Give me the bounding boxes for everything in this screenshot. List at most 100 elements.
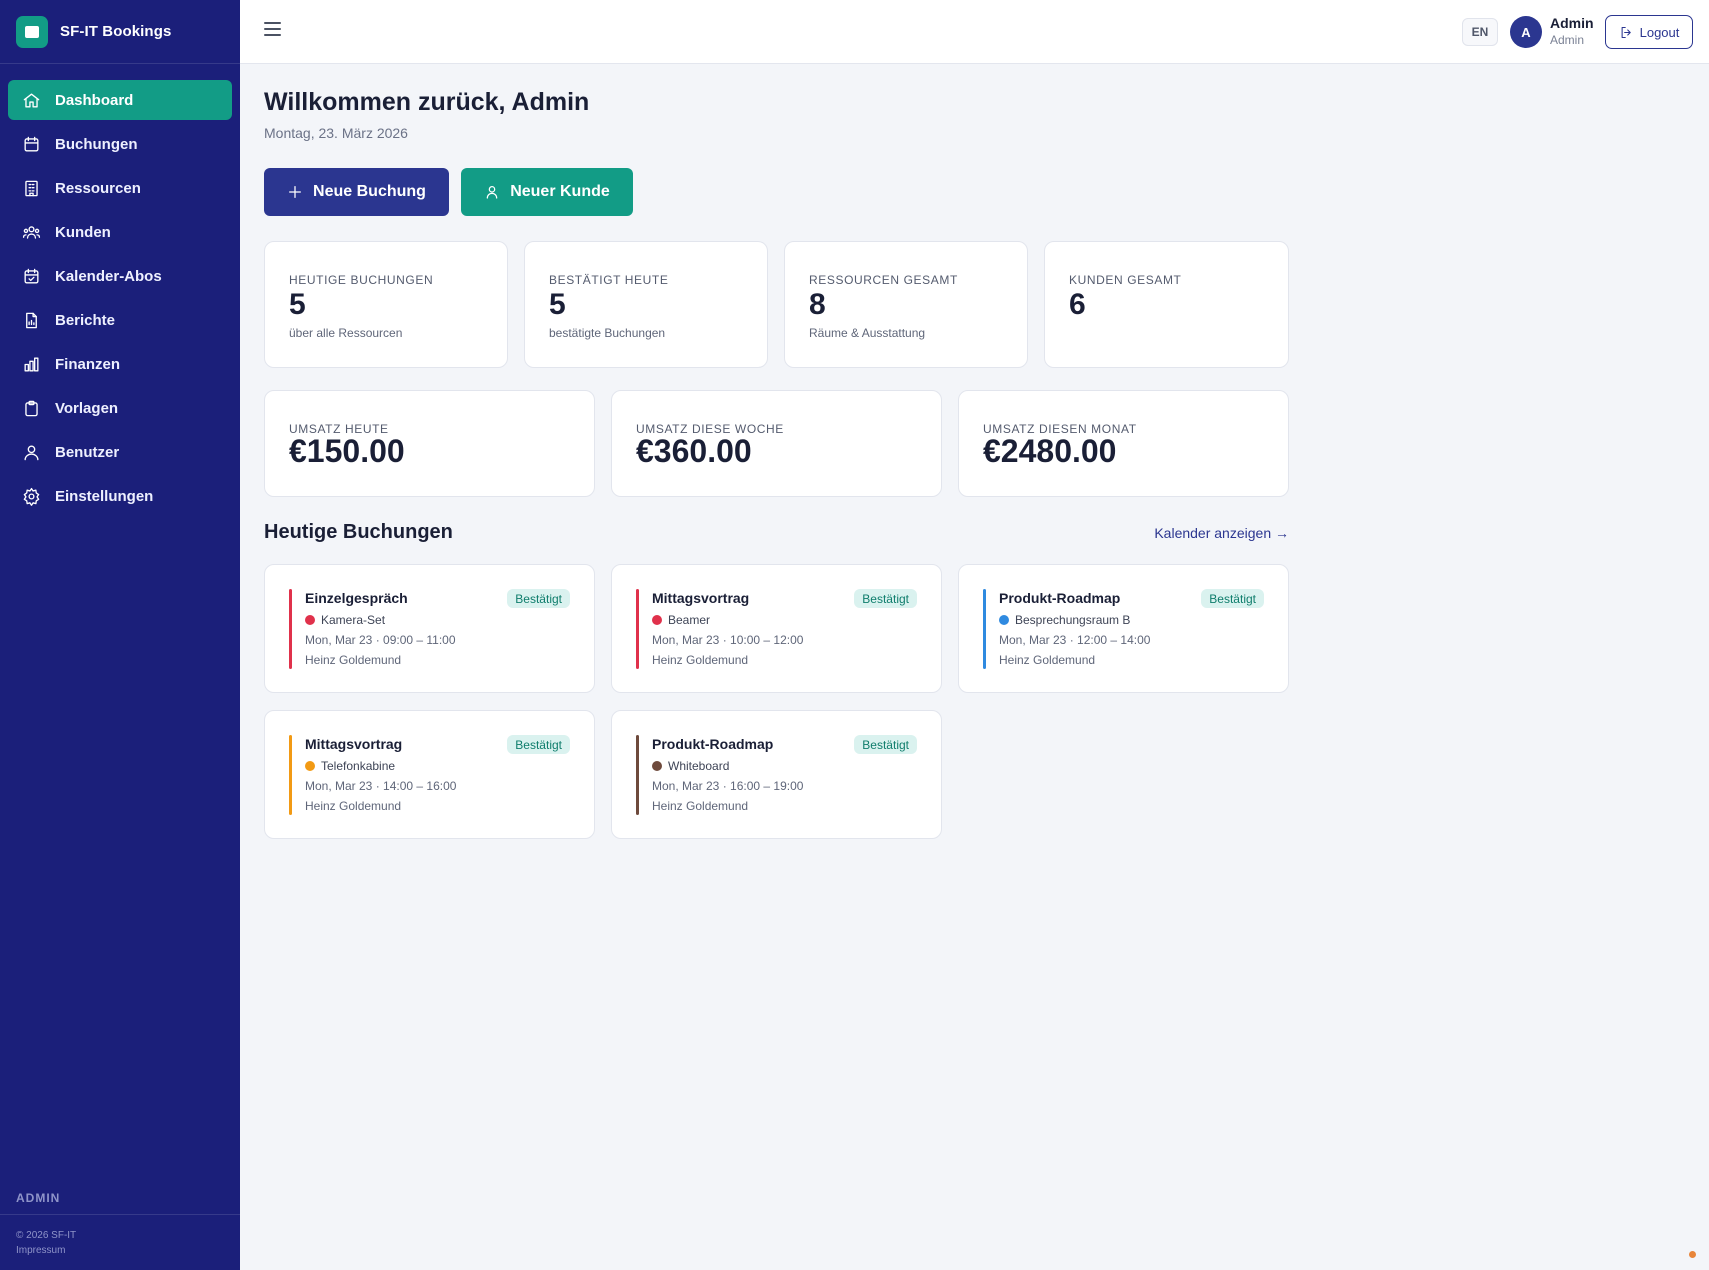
stat-card-confirmed-today: Bestätigt heute 5 bestätigte Buchungen xyxy=(524,241,768,368)
revenue-value: €2480.00 xyxy=(983,433,1117,469)
new-customer-label: Neuer Kunde xyxy=(510,183,610,200)
user-icon xyxy=(21,442,41,462)
stat-value: 5 xyxy=(549,288,566,321)
logout-icon xyxy=(1621,26,1631,38)
sidebar-item-label: Vorlagen xyxy=(55,399,119,417)
resource-name: Besprechungsraum B xyxy=(1015,613,1131,627)
section-title-today-bookings: Heutige Buchungen xyxy=(264,521,453,543)
new-booking-button[interactable]: Neue Buchung xyxy=(264,168,449,216)
report-icon xyxy=(21,310,41,330)
booking-time: Mon, Mar 23 · 14:00 – 16:00 xyxy=(305,779,457,793)
resource-color-bar xyxy=(636,589,639,669)
stat-sub: Räume & Ausstattung xyxy=(809,326,926,340)
revenue-card-today: Umsatz heute €150.00 xyxy=(264,390,595,497)
stat-value: 6 xyxy=(1069,288,1086,321)
booking-resource: Beamer xyxy=(652,613,710,627)
calendar-icon xyxy=(21,134,41,154)
language-switch-button[interactable]: EN xyxy=(1462,18,1498,46)
sidebar-item-finanzen[interactable]: Finanzen xyxy=(8,344,232,384)
status-badge: Bestätigt xyxy=(507,589,570,608)
resource-color-bar xyxy=(289,735,292,815)
resource-color-bar xyxy=(636,735,639,815)
sidebar-item-dashboard[interactable]: Dashboard xyxy=(8,80,232,120)
resource-color-bar xyxy=(289,589,292,669)
resource-dot-icon xyxy=(652,615,662,625)
booking-resource: Kamera-Set xyxy=(305,613,385,627)
app-logo-icon xyxy=(16,15,48,48)
hamburger-menu-icon[interactable] xyxy=(264,22,284,42)
booking-card[interactable]: Mittagsvortrag Bestätigt Beamer Mon, Mar… xyxy=(611,564,942,693)
stat-sub: über alle Ressourcen xyxy=(289,326,403,340)
resource-dot-icon xyxy=(305,615,315,625)
sidebar-item-label: Ressourcen xyxy=(55,179,141,197)
revenue-card-month: Umsatz diesen Monat €2480.00 xyxy=(958,390,1289,497)
show-calendar-link[interactable]: Kalender anzeigen → xyxy=(1154,525,1289,541)
imprint-link[interactable]: Impressum xyxy=(16,1243,224,1258)
new-customer-button[interactable]: Neuer Kunde xyxy=(461,168,633,216)
stat-label: Heutige Buchungen xyxy=(289,273,434,287)
home-icon xyxy=(21,90,41,110)
status-badge: Bestätigt xyxy=(1201,589,1264,608)
gear-icon xyxy=(21,486,41,506)
resource-name: Beamer xyxy=(668,613,711,627)
brand[interactable]: SF-IT Bookings xyxy=(0,0,240,64)
booking-resource: Whiteboard xyxy=(652,759,729,773)
resource-name: Whiteboard xyxy=(668,759,730,773)
booking-title: Einzelgespräch xyxy=(305,590,408,606)
booking-customer: Heinz Goldemund xyxy=(999,653,1096,667)
avatar[interactable]: A xyxy=(1510,16,1542,48)
sidebar-item-label: Kunden xyxy=(55,223,111,241)
bar-chart-icon xyxy=(21,354,41,374)
stat-card-today-bookings: Heutige Buchungen 5 über alle Ressourcen xyxy=(264,241,508,368)
users-icon xyxy=(21,222,41,242)
booking-resource: Telefonkabine xyxy=(305,759,395,773)
page-title: Willkommen zurück, Admin xyxy=(264,88,590,116)
plus-icon xyxy=(289,186,302,198)
booking-card[interactable]: Produkt-Roadmap Bestätigt Besprechungsra… xyxy=(958,564,1289,693)
booking-card[interactable]: Mittagsvortrag Bestätigt Telefonkabine M… xyxy=(264,710,595,839)
sidebar-item-label: Benutzer xyxy=(55,443,120,461)
sidebar-item-kalender-abos[interactable]: Kalender-Abos xyxy=(8,256,232,296)
booking-customer: Heinz Goldemund xyxy=(652,799,749,813)
stat-label: Kunden gesamt xyxy=(1069,273,1182,287)
stat-label: Ressourcen gesamt xyxy=(809,273,958,287)
booking-card[interactable]: Einzelgespräch Bestätigt Kamera-Set Mon,… xyxy=(264,564,595,693)
revenue-value: €360.00 xyxy=(636,433,752,469)
sidebar-nav: Dashboard Buchungen Ressourcen Kunden Ka… xyxy=(0,64,240,516)
sidebar-item-label: Dashboard xyxy=(55,91,134,109)
resource-dot-icon xyxy=(652,761,662,771)
sidebar-item-berichte[interactable]: Berichte xyxy=(8,300,232,340)
calendar-check-icon xyxy=(21,266,41,286)
sidebar-item-label: Finanzen xyxy=(55,355,121,373)
logout-button[interactable]: Logout xyxy=(1605,15,1693,49)
building-icon xyxy=(21,178,41,198)
booking-card[interactable]: Produkt-Roadmap Bestätigt Whiteboard Mon… xyxy=(611,710,942,839)
booking-title: Produkt-Roadmap xyxy=(999,590,1121,606)
user-role: Admin xyxy=(1550,33,1585,47)
resource-name: Telefonkabine xyxy=(321,759,396,773)
sidebar-item-ressourcen[interactable]: Ressourcen xyxy=(8,168,232,208)
status-indicator-dot xyxy=(1689,1251,1696,1258)
status-badge: Bestätigt xyxy=(854,589,917,608)
sidebar-item-benutzer[interactable]: Benutzer xyxy=(8,432,232,472)
clipboard-icon xyxy=(21,398,41,418)
booking-customer: Heinz Goldemund xyxy=(305,799,402,813)
revenue-value: €150.00 xyxy=(289,433,405,469)
resource-dot-icon xyxy=(305,761,315,771)
booking-time: Mon, Mar 23 · 10:00 – 12:00 xyxy=(652,633,804,647)
booking-time: Mon, Mar 23 · 12:00 – 14:00 xyxy=(999,633,1151,647)
sidebar-item-label: Einstellungen xyxy=(55,487,154,505)
copyright-text: © 2026 SF-IT xyxy=(16,1230,77,1241)
sidebar-item-buchungen[interactable]: Buchungen xyxy=(8,124,232,164)
sidebar-item-einstellungen[interactable]: Einstellungen xyxy=(8,476,232,516)
sidebar-item-kunden[interactable]: Kunden xyxy=(8,212,232,252)
stat-card-resources-total: Ressourcen gesamt 8 Räume & Ausstattung xyxy=(784,241,1028,368)
booking-title: Produkt-Roadmap xyxy=(652,736,774,752)
app-name: SF-IT Bookings xyxy=(60,23,172,40)
sidebar-item-vorlagen[interactable]: Vorlagen xyxy=(8,388,232,428)
resource-color-bar xyxy=(983,589,986,669)
sidebar-item-label: Kalender-Abos xyxy=(55,267,162,285)
topbar: EN A Admin Admin Logout xyxy=(240,0,1709,64)
resource-dot-icon xyxy=(999,615,1009,625)
stat-label: Bestätigt heute xyxy=(549,273,669,287)
